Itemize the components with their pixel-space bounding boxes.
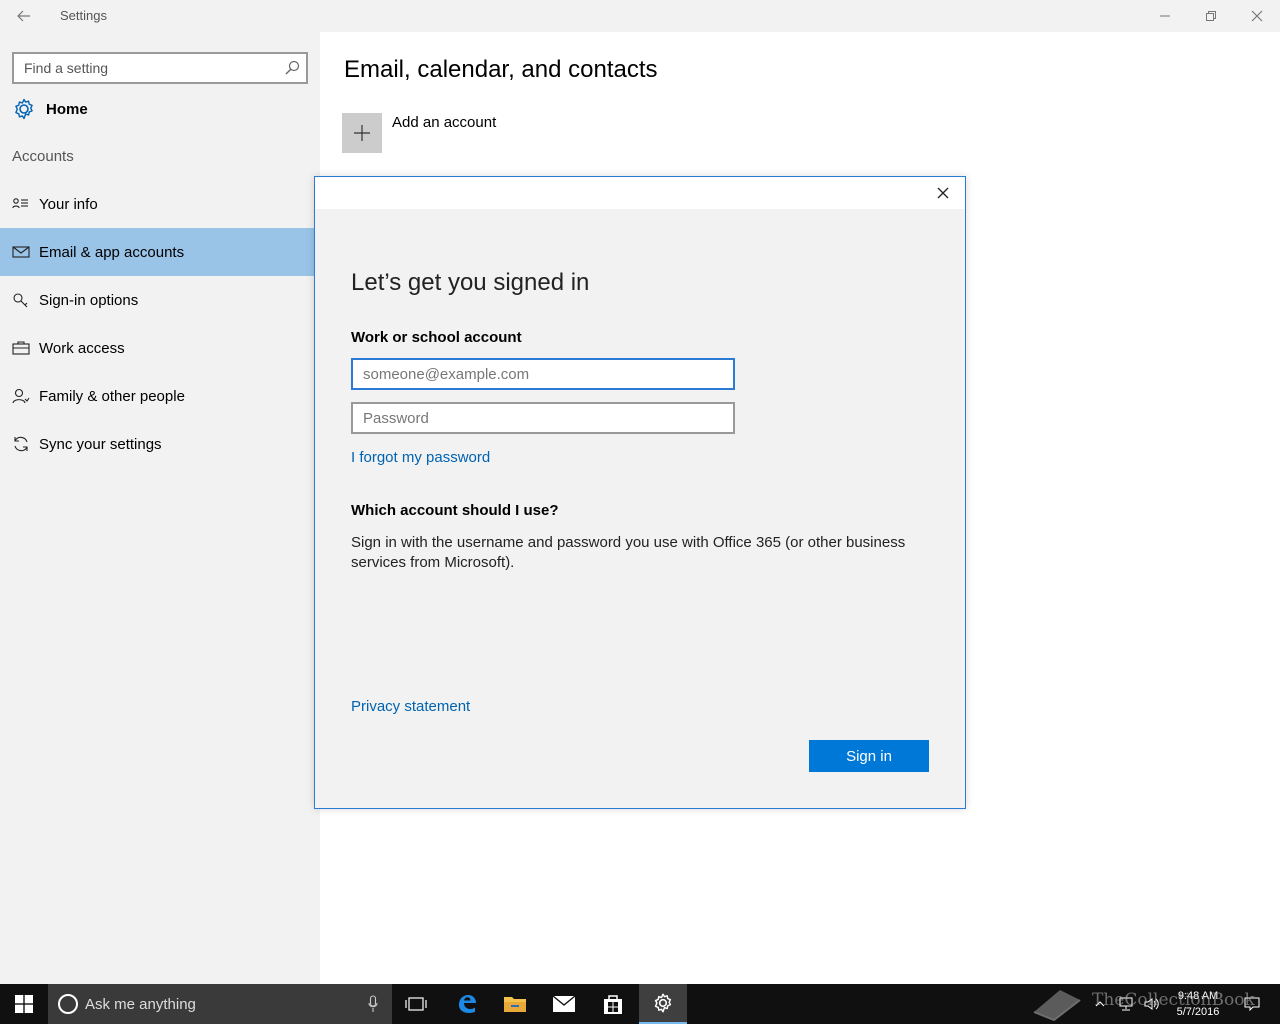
settings-taskbar-button[interactable] [639, 984, 687, 1024]
sidebar-item-label: Work access [39, 339, 125, 357]
sidebar-item-work-access[interactable]: Work access [0, 324, 320, 372]
add-account-label[interactable]: Add an account [392, 114, 496, 131]
dialog-close-icon[interactable] [935, 185, 951, 201]
contact-card-icon [11, 195, 31, 213]
edge-icon [459, 995, 476, 1013]
privacy-statement-link[interactable]: Privacy statement [351, 698, 470, 715]
mail-icon [11, 243, 31, 261]
close-window-button[interactable] [1234, 0, 1280, 32]
sidebar: Home Accounts Your info Email & app acco… [0, 32, 320, 984]
sidebar-item-label: Your info [39, 195, 98, 213]
sign-in-dialog: Let’s get you signed in Work or school a… [314, 176, 966, 809]
task-view-icon [405, 997, 427, 1011]
question-text: Sign in with the username and password y… [351, 534, 906, 571]
cortana-search-box[interactable]: Ask me anything [48, 984, 392, 1024]
store-icon [604, 995, 622, 1014]
start-button[interactable] [0, 984, 48, 1024]
sidebar-item-label: Email & app accounts [39, 243, 185, 261]
search-input[interactable] [14, 54, 274, 82]
home-label: Home [46, 100, 88, 118]
briefcase-icon [11, 339, 31, 357]
plus-icon [354, 125, 370, 141]
settings-icon [654, 993, 672, 1013]
gear-icon [15, 98, 33, 120]
forgot-password-link[interactable]: I forgot my password [351, 449, 490, 466]
book-watermark-icon [1033, 990, 1081, 1022]
password-input[interactable] [353, 404, 733, 432]
search-box[interactable] [12, 52, 308, 84]
file-explorer-button[interactable] [491, 984, 539, 1024]
person-icon [11, 387, 31, 405]
section-label: Accounts [12, 148, 74, 165]
watermark-text: TheCollectionBook [1092, 990, 1255, 1010]
search-icon[interactable] [284, 60, 300, 76]
sidebar-item-your-info[interactable]: Your info [0, 180, 320, 228]
page-title: Email, calendar, and contacts [344, 56, 658, 83]
task-view-button[interactable] [392, 984, 440, 1024]
question-heading: Which account should I use? [351, 502, 559, 519]
mail-app-button[interactable] [540, 984, 588, 1024]
dialog-header [315, 177, 965, 209]
back-button[interactable] [10, 4, 38, 28]
restore-icon [1206, 11, 1216, 21]
email-input[interactable] [353, 360, 733, 388]
sidebar-item-label: Family & other people [39, 387, 185, 405]
minimize-icon [1160, 15, 1170, 17]
password-field[interactable] [351, 402, 735, 434]
dialog-title: Let’s get you signed in [351, 269, 590, 296]
restore-button[interactable] [1188, 0, 1234, 32]
sidebar-item-sync-settings[interactable]: Sync your settings [0, 420, 320, 468]
field-label: Work or school account [351, 329, 522, 346]
cortana-icon [58, 994, 78, 1014]
store-button[interactable] [589, 984, 637, 1024]
microphone-icon[interactable] [368, 995, 378, 1013]
sidebar-item-label: Sign-in options [39, 291, 139, 309]
edge-button[interactable] [443, 984, 491, 1024]
home-link[interactable]: Home [12, 96, 88, 122]
windows-logo-icon [15, 995, 33, 1013]
sync-icon [11, 435, 31, 453]
key-icon [11, 291, 31, 309]
sidebar-item-family-other-people[interactable]: Family & other people [0, 372, 320, 420]
watermark: TheCollectionBook [1030, 986, 1260, 1022]
title-bar: Settings [0, 0, 1280, 32]
minimize-button[interactable] [1142, 0, 1188, 32]
cortana-search-placeholder: Ask me anything [85, 996, 196, 1013]
sidebar-item-label: Sync your settings [39, 435, 162, 453]
sidebar-item-sign-in-options[interactable]: Sign-in options [0, 276, 320, 324]
email-field[interactable] [351, 358, 735, 390]
close-icon [1251, 10, 1263, 22]
sign-in-button[interactable]: Sign in [809, 740, 929, 772]
sidebar-item-email-app-accounts[interactable]: Email & app accounts [0, 228, 320, 276]
add-account-button[interactable] [342, 113, 382, 153]
file-explorer-icon [504, 997, 526, 1012]
back-arrow-icon [17, 10, 30, 22]
window-title: Settings [60, 8, 107, 23]
mail-app-icon [552, 995, 576, 1012]
